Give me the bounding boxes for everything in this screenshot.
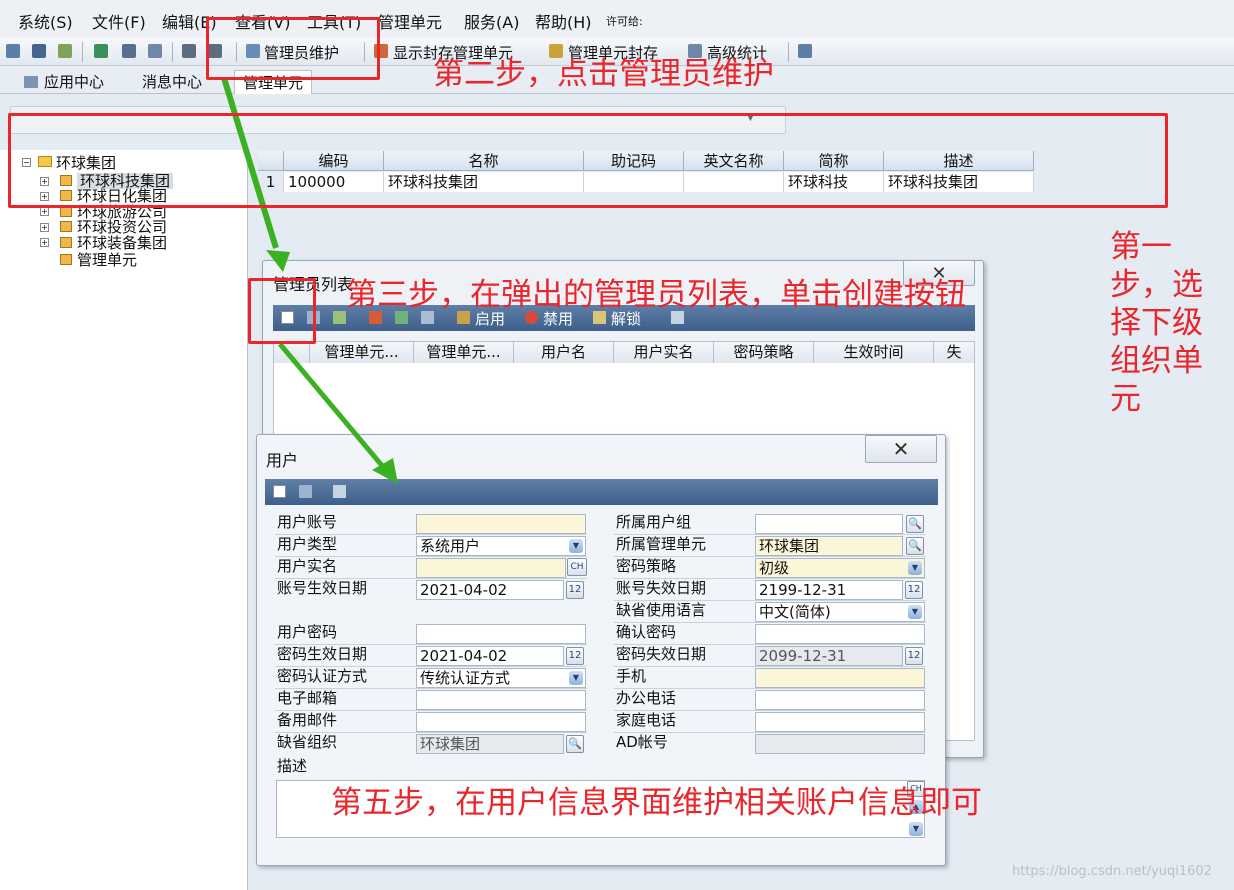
arrow-step3-to-5 <box>278 342 386 470</box>
highlight-admin-maintain <box>206 17 380 80</box>
highlight-org-row <box>8 113 1168 208</box>
annotation-step2: 第二步，点击管理员维护 <box>433 56 774 92</box>
annotation-step3: 第三步，在弹出的管理员列表，单击创建按钮 <box>346 277 966 313</box>
watermark: https://blog.csdn.net/yuqi1602 <box>1012 864 1212 879</box>
annotation-step5: 第五步，在用户信息界面维护相关账户信息即可 <box>331 785 982 821</box>
annotation-step1: 第一步，选择下级组织单元 <box>1110 229 1203 417</box>
highlight-create-button <box>248 278 316 344</box>
